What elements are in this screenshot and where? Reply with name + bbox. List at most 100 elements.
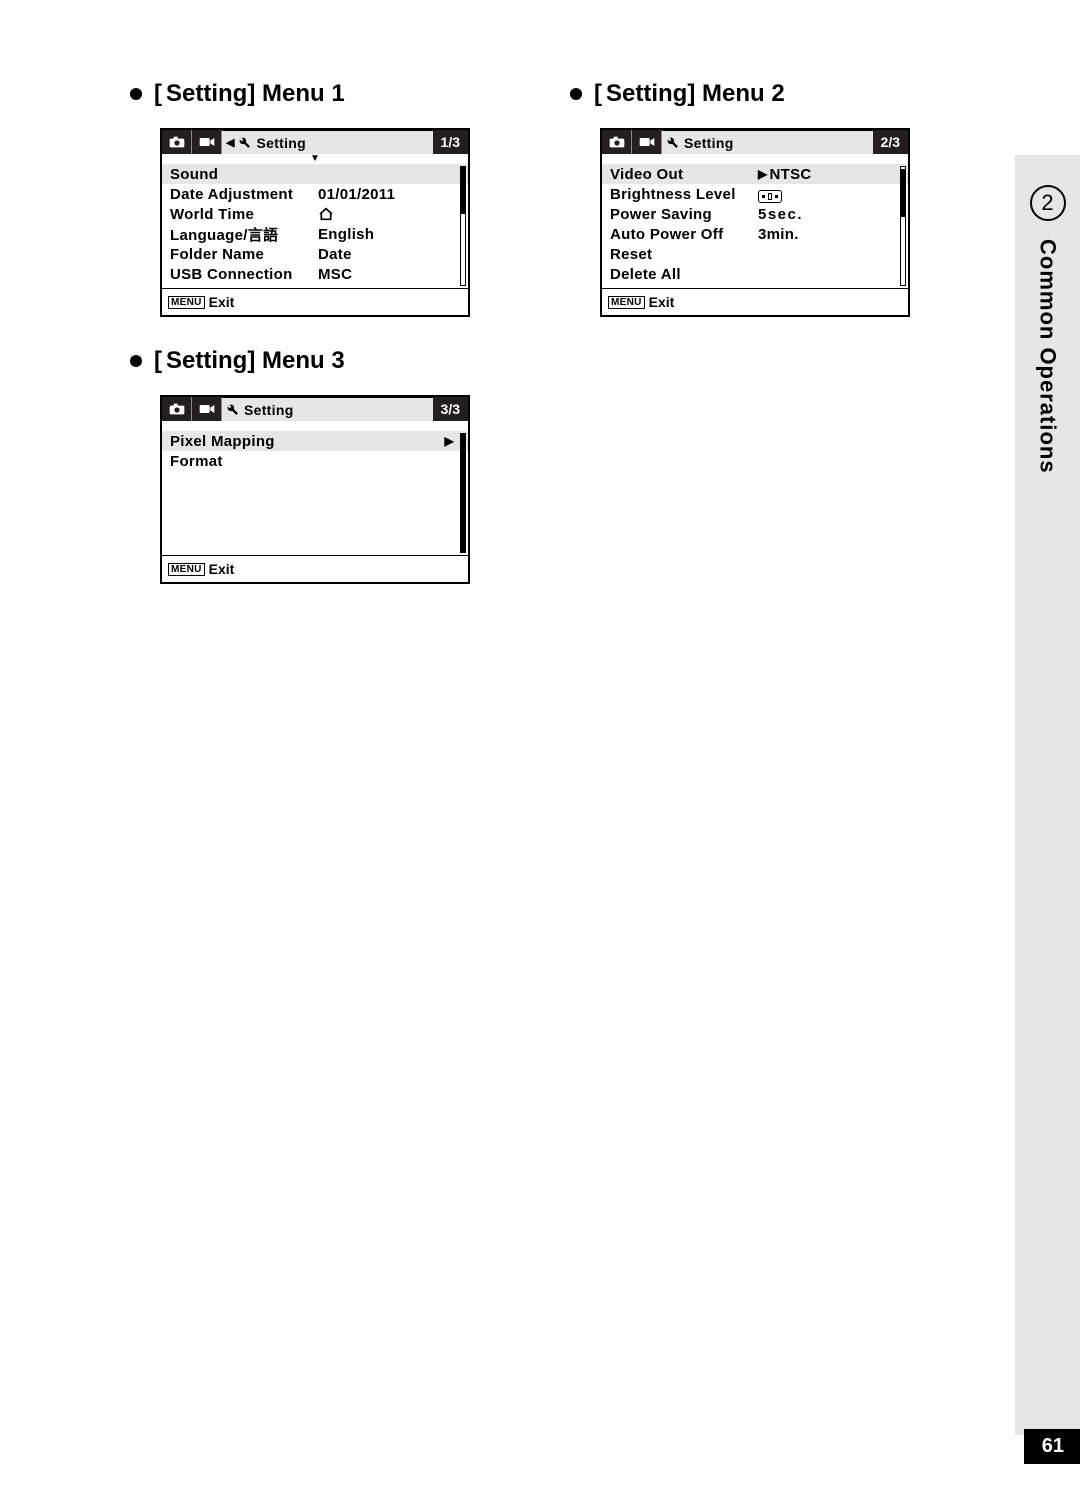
label-brightness: Brightness Level (610, 186, 758, 203)
row-reset[interactable]: Reset (602, 244, 908, 264)
tab-video-icon[interactable] (192, 130, 222, 154)
page-counter-2: 2/3 (873, 130, 908, 154)
row-auto-power-off[interactable]: Auto Power Off 3min. (602, 224, 908, 244)
footer-1: MENU Exit (162, 289, 468, 315)
camera-screen-3: Setting 3/3 Pixel Mapping ▶ Format MENU … (160, 395, 470, 584)
row-sound[interactable]: Sound (162, 164, 468, 184)
value-video-out: NTSC (770, 166, 894, 183)
label-reset: Reset (610, 246, 758, 263)
label-delete-all: Delete All (610, 266, 758, 283)
scroll-spacer (602, 154, 908, 164)
tab-bar-2: Setting 2/3 (602, 130, 908, 154)
tab-camera-icon[interactable] (162, 397, 192, 421)
scrollbar-1[interactable] (460, 166, 466, 286)
page-content: [ Setting] Menu 1 ◀ Setting 1/3 (0, 0, 1080, 584)
label-pixel-mapping: Pixel Mapping (170, 433, 318, 450)
label-date-adj: Date Adjustment (170, 186, 318, 203)
tab-setting-active[interactable]: Setting (662, 130, 873, 154)
row-format[interactable]: Format (162, 451, 468, 471)
label-video-out: Video Out (610, 166, 758, 183)
scrollbar-3[interactable] (460, 433, 466, 553)
menu-block-1: [ Setting] Menu 1 ◀ Setting 1/3 (120, 80, 510, 317)
label-sound: Sound (170, 166, 318, 183)
tab-video-icon[interactable] (192, 397, 222, 421)
camera-screen-2: Setting 2/3 Video Out ▶ NTSC Brightness … (600, 128, 910, 317)
heading-bracket: [ (154, 80, 162, 108)
label-folder: Folder Name (170, 246, 318, 263)
tab-setting-active[interactable]: Setting (222, 397, 433, 421)
menu-button-label[interactable]: MENU (168, 296, 205, 309)
scroll-spacer (162, 421, 468, 431)
menu-body-2: Video Out ▶ NTSC Brightness Level Power … (602, 164, 908, 289)
menu-block-2: [ Setting] Menu 2 Setting 2/3 (560, 80, 950, 317)
tab-label: Setting (684, 135, 734, 151)
row-delete-all[interactable]: Delete All (602, 264, 908, 284)
wrench-icon (238, 136, 251, 149)
label-world-time: World Time (170, 206, 318, 223)
caret-right-icon: ▶ (758, 167, 768, 181)
value-date-adj: 01/01/2011 (318, 186, 454, 203)
bullet-icon (130, 355, 142, 367)
heading-text-1: Setting] Menu 1 (166, 80, 345, 108)
bullet-icon (130, 88, 142, 100)
value-power-saving: 5sec. (758, 206, 894, 223)
row-folder-name[interactable]: Folder Name Date (162, 244, 468, 264)
label-usb: USB Connection (170, 266, 318, 283)
value-usb: MSC (318, 266, 454, 283)
tab-bar-1: ◀ Setting 1/3 (162, 130, 468, 154)
wrench-icon (226, 403, 239, 416)
brightness-icon (758, 185, 894, 203)
tab-camera-icon[interactable] (162, 130, 192, 154)
row-power-saving[interactable]: Power Saving 5sec. (602, 204, 908, 224)
tab-bar-3: Setting 3/3 (162, 397, 468, 421)
row-brightness[interactable]: Brightness Level (602, 184, 908, 204)
camera-screen-1: ◀ Setting 1/3 ▼ Sound Date Adjustment 01… (160, 128, 470, 317)
row-video-out[interactable]: Video Out ▶ NTSC (602, 164, 908, 184)
chapter-number-badge: 2 (1030, 185, 1066, 221)
page-number: 61 (1024, 1429, 1080, 1464)
wrench-icon (666, 136, 679, 149)
label-format: Format (170, 453, 318, 470)
exit-label: Exit (209, 561, 235, 577)
menu-block-3: [ Setting] Menu 3 Setting 3/3 (120, 347, 510, 584)
menu-button-label[interactable]: MENU (168, 563, 205, 576)
value-language: English (318, 226, 454, 243)
exit-label: Exit (649, 294, 675, 310)
scroll-down-icon: ▼ (162, 154, 468, 164)
chapter-title: Common Operations (1035, 239, 1061, 474)
heading-menu-1: [ Setting] Menu 1 (130, 80, 510, 108)
arrow-right-icon: ▶ (444, 434, 454, 448)
row-language[interactable]: Language/言語 English (162, 224, 468, 244)
heading-text-3: Setting] Menu 3 (166, 347, 345, 375)
heading-menu-3: [ Setting] Menu 3 (130, 347, 510, 375)
menu-body-1: Sound Date Adjustment 01/01/2011 World T… (162, 164, 468, 289)
row-date-adjustment[interactable]: Date Adjustment 01/01/2011 (162, 184, 468, 204)
row-world-time[interactable]: World Time (162, 204, 468, 224)
menu-body-3: Pixel Mapping ▶ Format (162, 431, 468, 556)
heading-bracket: [ (154, 347, 162, 375)
page-counter-3: 3/3 (433, 397, 468, 421)
value-auto-off: 3min. (758, 226, 894, 243)
page-counter-1: 1/3 (433, 130, 468, 154)
side-tab: 2 Common Operations (1015, 155, 1080, 1435)
tab-video-icon[interactable] (632, 130, 662, 154)
exit-label: Exit (209, 294, 235, 310)
footer-2: MENU Exit (602, 289, 908, 315)
scrollbar-2[interactable] (900, 166, 906, 286)
tab-camera-icon[interactable] (602, 130, 632, 154)
left-arrow-icon: ◀ (226, 136, 234, 149)
heading-text-2: Setting] Menu 2 (606, 80, 785, 108)
value-folder: Date (318, 246, 454, 263)
label-auto-off: Auto Power Off (610, 226, 758, 243)
tab-label: Setting (256, 135, 306, 151)
row-pixel-mapping[interactable]: Pixel Mapping ▶ (162, 431, 468, 451)
home-icon (318, 207, 454, 221)
bullet-icon (570, 88, 582, 100)
menu-button-label[interactable]: MENU (608, 296, 645, 309)
label-language: Language/言語 (170, 224, 318, 245)
footer-3: MENU Exit (162, 556, 468, 582)
label-power-saving: Power Saving (610, 206, 758, 223)
tab-label: Setting (244, 402, 294, 418)
row-usb-connection[interactable]: USB Connection MSC (162, 264, 468, 284)
tab-setting-active[interactable]: ◀ Setting (222, 130, 433, 154)
